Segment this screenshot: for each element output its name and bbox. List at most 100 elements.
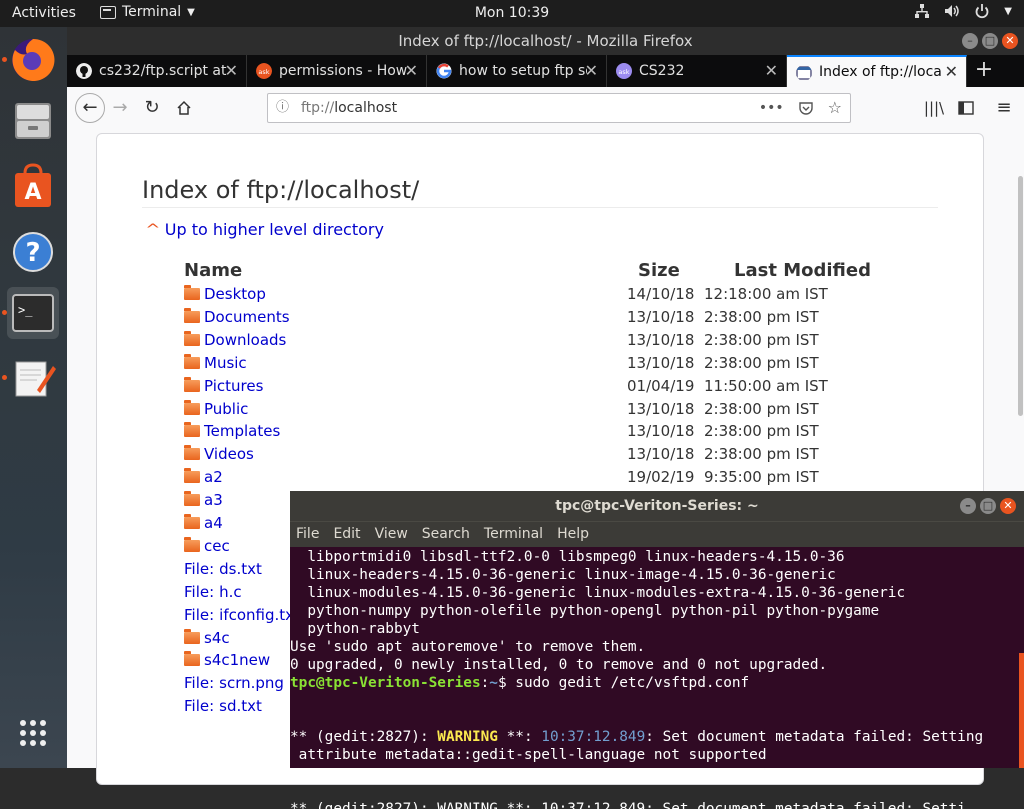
column-header-name[interactable]: Name [184, 260, 242, 281]
tab-askubuntu[interactable]: ask permissions - How ✕ [247, 55, 427, 87]
output-lines: libportmidi0 libsdl-ttf2.0-0 libsmpeg0 l… [290, 548, 1024, 674]
pocket-icon[interactable] [798, 100, 814, 116]
menu-terminal[interactable]: Terminal [484, 522, 543, 547]
folder-icon [184, 628, 200, 644]
tab-label: cs232/ftp.script at [99, 63, 227, 79]
close-tab-icon[interactable]: ✕ [225, 55, 238, 87]
folder-link[interactable]: s4c [184, 628, 230, 647]
menu-search[interactable]: Search [422, 522, 470, 547]
tab-google[interactable]: how to setup ftp se ✕ [427, 55, 607, 87]
file-link[interactable]: File: scrn.png [184, 674, 284, 692]
maximize-button[interactable]: □ [980, 498, 996, 514]
tab-label: CS232 [639, 63, 685, 79]
entry-time: 9:35:00 pm IST [704, 468, 819, 487]
folder-link[interactable]: a3 [184, 491, 223, 509]
show-applications-button[interactable] [7, 707, 59, 759]
output-line: Use 'sudo apt autoremove' to remove them… [290, 639, 646, 655]
gedit-launcher[interactable] [7, 352, 59, 404]
window-titlebar[interactable]: Index of ftp://localhost/ - Mozilla Fire… [67, 27, 1024, 55]
files-launcher[interactable] [7, 95, 59, 147]
menu-help[interactable]: Help [557, 522, 589, 547]
back-button[interactable]: ← [75, 93, 105, 123]
sidebar-button[interactable] [953, 95, 979, 121]
folder-link[interactable]: s4c1new [184, 651, 270, 669]
window-controls: – □ ✕ [962, 33, 1018, 49]
folder-link[interactable]: Music [184, 353, 247, 372]
menu-view[interactable]: View [375, 522, 408, 547]
entry-date: 13/10/18 [627, 445, 695, 464]
command-text: sudo gedit /etc/vsftpd.conf [515, 675, 750, 691]
folder-icon [184, 514, 200, 529]
close-tab-icon[interactable]: ✕ [585, 55, 598, 87]
close-button[interactable]: ✕ [1000, 498, 1016, 514]
close-tab-icon[interactable]: ✕ [405, 55, 418, 87]
url-bar[interactable]: ⓘ ftp://localhost ••• ☆ [267, 93, 851, 123]
folder-link[interactable]: Templates [184, 422, 280, 440]
folder-link[interactable]: Downloads [184, 330, 286, 349]
new-tab-button[interactable]: + [967, 55, 1001, 87]
menu-button[interactable]: ≡ [991, 95, 1017, 121]
output-line: 0 upgraded, 0 newly installed, 0 to remo… [290, 657, 828, 673]
close-tab-icon[interactable]: ✕ [765, 55, 778, 87]
entry-name: ds.txt [219, 559, 262, 578]
close-tab-icon[interactable]: ✕ [945, 57, 958, 87]
column-header-size[interactable]: Size [638, 260, 680, 281]
info-icon[interactable]: ⓘ [276, 94, 289, 122]
output-line: linux-headers-4.15.0-36-generic linux-im… [290, 567, 836, 583]
maximize-button[interactable]: □ [982, 33, 998, 49]
tab-cs232[interactable]: ask CS232 ✕ [607, 55, 787, 87]
folder-link[interactable]: Public [184, 399, 248, 418]
file-link[interactable]: File: h.c [184, 583, 242, 601]
entry-name: scrn.png [219, 674, 284, 693]
navigation-toolbar: ← → ↻ ⓘ ftp://localhost ••• ☆ |||\ ≡ [67, 87, 1024, 130]
menu-edit[interactable]: Edit [333, 522, 360, 547]
reload-button[interactable]: ↻ [139, 95, 165, 121]
system-menu[interactable]: ▼ [914, 3, 1012, 19]
terminal-output[interactable]: libportmidi0 libsdl-ttf2.0-0 libsmpeg0 l… [290, 547, 1024, 809]
file-link[interactable]: File: sd.txt [184, 697, 262, 715]
output-line: linux-modules-4.15.0-36-generic linux-mo… [290, 585, 906, 601]
output-line: python-rabbyt [290, 621, 420, 637]
file-link[interactable]: File: ifconfig.txt [184, 606, 300, 624]
menu-file[interactable]: File [296, 522, 319, 547]
clock[interactable]: Mon 10:39 [0, 5, 1024, 21]
library-button[interactable]: |||\ [921, 95, 947, 121]
home-icon [177, 100, 191, 115]
reload-icon: ↻ [144, 97, 160, 118]
folder-link[interactable]: a2 [184, 468, 223, 486]
bookmark-star-icon[interactable]: ☆ [828, 94, 842, 122]
tab-github[interactable]: cs232/ftp.script at ✕ [67, 55, 247, 87]
minimize-button[interactable]: – [960, 498, 976, 514]
page-actions-icon[interactable]: ••• [759, 94, 784, 122]
file-link[interactable]: File: ds.txt [184, 560, 262, 578]
terminal-titlebar[interactable]: tpc@tpc-Veriton-Series: ~ – □ ✕ [290, 491, 1024, 521]
home-button[interactable] [171, 95, 197, 121]
terminal-scrollbar[interactable] [1019, 653, 1024, 768]
folder-link[interactable]: Pictures [184, 376, 263, 395]
parent-directory-link[interactable]: ^ Up to higher level directory [145, 220, 384, 239]
entry-name: Documents [204, 307, 290, 326]
software-launcher[interactable]: A [7, 161, 59, 213]
folder-icon [184, 307, 200, 323]
entry-time: 2:38:00 pm IST [704, 422, 819, 441]
tab-ftp-index[interactable]: Index of ftp://loca ✕ [787, 55, 967, 87]
terminal-icon: >_ [12, 294, 54, 332]
folder-link[interactable]: Documents [184, 307, 290, 326]
terminal-launcher[interactable]: >_ [7, 287, 59, 339]
folder-link[interactable]: Desktop [184, 285, 266, 303]
page-scrollbar[interactable] [1018, 176, 1023, 416]
classroom-icon: ask [616, 63, 632, 79]
minimize-button[interactable]: – [962, 33, 978, 49]
firefox-launcher[interactable] [7, 34, 59, 86]
forward-button[interactable]: → [107, 95, 133, 121]
folder-link[interactable]: cec [184, 536, 230, 555]
entry-date: 13/10/18 [627, 422, 695, 441]
running-indicator [2, 375, 7, 380]
close-button[interactable]: ✕ [1002, 33, 1018, 49]
prompt-separator: : [480, 675, 490, 691]
help-launcher[interactable]: ? [7, 226, 59, 278]
folder-link[interactable]: Videos [184, 445, 254, 463]
folder-link[interactable]: a4 [184, 514, 223, 532]
folder-icon [184, 491, 200, 507]
column-header-modified[interactable]: Last Modified [734, 260, 871, 281]
